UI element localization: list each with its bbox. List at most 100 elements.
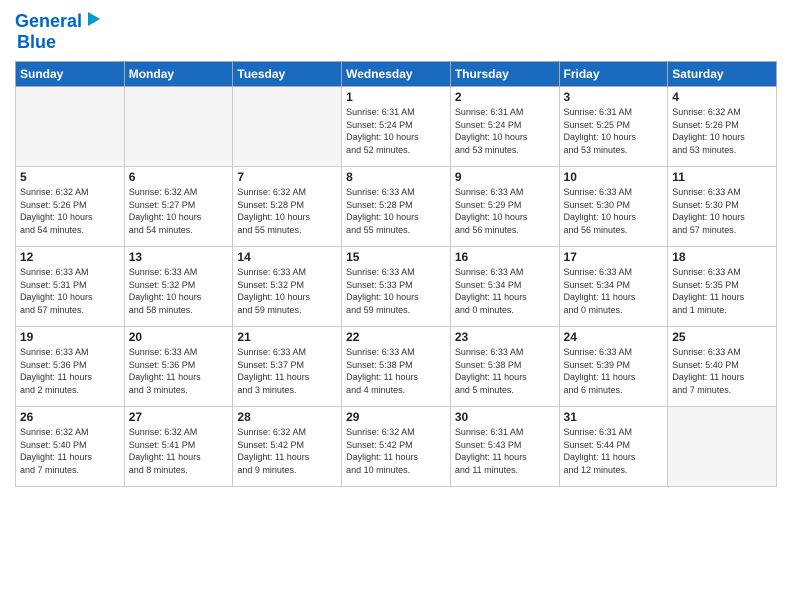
cell-info: Sunrise: 6:33 AM Sunset: 5:29 PM Dayligh…	[455, 186, 555, 236]
weekday-thursday: Thursday	[450, 62, 559, 87]
calendar-cell: 19 Sunrise: 6:33 AM Sunset: 5:36 PM Dayli…	[16, 327, 125, 407]
calendar-cell: 18 Sunrise: 6:33 AM Sunset: 5:35 PM Dayli…	[668, 247, 777, 327]
weekday-tuesday: Tuesday	[233, 62, 342, 87]
day-number: 16	[455, 250, 555, 264]
day-number: 10	[564, 170, 664, 184]
calendar-cell: 8 Sunrise: 6:33 AM Sunset: 5:28 PM Daylig…	[342, 167, 451, 247]
cell-info: Sunrise: 6:33 AM Sunset: 5:31 PM Dayligh…	[20, 266, 120, 316]
cell-info: Sunrise: 6:33 AM Sunset: 5:36 PM Dayligh…	[20, 346, 120, 396]
cell-info: Sunrise: 6:32 AM Sunset: 5:42 PM Dayligh…	[346, 426, 446, 476]
day-number: 27	[129, 410, 229, 424]
page-container: General Blue SundayMondayTuesdayWednesda…	[0, 0, 792, 497]
day-number: 1	[346, 90, 446, 104]
calendar-cell: 28 Sunrise: 6:32 AM Sunset: 5:42 PM Dayli…	[233, 407, 342, 487]
cell-info: Sunrise: 6:33 AM Sunset: 5:33 PM Dayligh…	[346, 266, 446, 316]
weekday-sunday: Sunday	[16, 62, 125, 87]
weekday-monday: Monday	[124, 62, 233, 87]
calendar-cell: 11 Sunrise: 6:33 AM Sunset: 5:30 PM Dayli…	[668, 167, 777, 247]
day-number: 19	[20, 330, 120, 344]
week-row-3: 12Sunrise: 6:33 AM Sunset: 5:31 PM Dayli…	[16, 247, 777, 327]
day-number: 31	[564, 410, 664, 424]
day-number: 5	[20, 170, 120, 184]
weekday-friday: Friday	[559, 62, 668, 87]
cell-info: Sunrise: 6:31 AM Sunset: 5:44 PM Dayligh…	[564, 426, 664, 476]
calendar-cell	[124, 87, 233, 167]
day-number: 28	[237, 410, 337, 424]
cell-info: Sunrise: 6:33 AM Sunset: 5:30 PM Dayligh…	[672, 186, 772, 236]
cell-info: Sunrise: 6:31 AM Sunset: 5:24 PM Dayligh…	[346, 106, 446, 156]
logo-general: General	[15, 11, 82, 31]
week-row-1: 1 Sunrise: 6:31 AM Sunset: 5:24 PM Daylig…	[16, 87, 777, 167]
day-number: 30	[455, 410, 555, 424]
logo-text: General	[15, 12, 82, 32]
logo-top: General	[15, 10, 102, 33]
cell-info: Sunrise: 6:32 AM Sunset: 5:40 PM Dayligh…	[20, 426, 120, 476]
weekday-saturday: Saturday	[668, 62, 777, 87]
calendar-cell: 22 Sunrise: 6:33 AM Sunset: 5:38 PM Dayli…	[342, 327, 451, 407]
calendar-cell: 3 Sunrise: 6:31 AM Sunset: 5:25 PM Daylig…	[559, 87, 668, 167]
calendar-cell: 7 Sunrise: 6:32 AM Sunset: 5:28 PM Daylig…	[233, 167, 342, 247]
day-number: 24	[564, 330, 664, 344]
week-row-2: 5 Sunrise: 6:32 AM Sunset: 5:26 PM Daylig…	[16, 167, 777, 247]
cell-info: Sunrise: 6:32 AM Sunset: 5:26 PM Dayligh…	[672, 106, 772, 156]
cell-info: Sunrise: 6:32 AM Sunset: 5:28 PM Dayligh…	[237, 186, 337, 236]
calendar-cell	[668, 407, 777, 487]
week-row-4: 19 Sunrise: 6:33 AM Sunset: 5:36 PM Dayli…	[16, 327, 777, 407]
logo-blue: Blue	[17, 32, 56, 52]
cell-info: Sunrise: 6:32 AM Sunset: 5:27 PM Dayligh…	[129, 186, 229, 236]
calendar-cell: 13 Sunrise: 6:33 AM Sunset: 5:32 PM Dayli…	[124, 247, 233, 327]
day-number: 29	[346, 410, 446, 424]
cell-info: Sunrise: 6:33 AM Sunset: 5:40 PM Dayligh…	[672, 346, 772, 396]
cell-info: Sunrise: 6:33 AM Sunset: 5:35 PM Dayligh…	[672, 266, 772, 316]
day-number: 20	[129, 330, 229, 344]
day-number: 23	[455, 330, 555, 344]
cell-info: Sunrise: 6:33 AM Sunset: 5:28 PM Dayligh…	[346, 186, 446, 236]
calendar-table: SundayMondayTuesdayWednesdayThursdayFrid…	[15, 61, 777, 487]
cell-info: Sunrise: 6:33 AM Sunset: 5:38 PM Dayligh…	[455, 346, 555, 396]
day-number: 3	[564, 90, 664, 104]
calendar-cell: 1 Sunrise: 6:31 AM Sunset: 5:24 PM Daylig…	[342, 87, 451, 167]
day-number: 25	[672, 330, 772, 344]
week-row-5: 26Sunrise: 6:32 AM Sunset: 5:40 PM Dayli…	[16, 407, 777, 487]
day-number: 22	[346, 330, 446, 344]
cell-info: Sunrise: 6:32 AM Sunset: 5:41 PM Dayligh…	[129, 426, 229, 476]
cell-info: Sunrise: 6:33 AM Sunset: 5:30 PM Dayligh…	[564, 186, 664, 236]
cell-info: Sunrise: 6:33 AM Sunset: 5:39 PM Dayligh…	[564, 346, 664, 396]
calendar-cell: 24 Sunrise: 6:33 AM Sunset: 5:39 PM Dayli…	[559, 327, 668, 407]
day-number: 11	[672, 170, 772, 184]
calendar-cell: 30Sunrise: 6:31 AM Sunset: 5:43 PM Dayli…	[450, 407, 559, 487]
day-number: 6	[129, 170, 229, 184]
day-number: 21	[237, 330, 337, 344]
cell-info: Sunrise: 6:33 AM Sunset: 5:34 PM Dayligh…	[455, 266, 555, 316]
day-number: 13	[129, 250, 229, 264]
calendar-cell: 16 Sunrise: 6:33 AM Sunset: 5:34 PM Dayli…	[450, 247, 559, 327]
calendar-cell: 21 Sunrise: 6:33 AM Sunset: 5:37 PM Dayli…	[233, 327, 342, 407]
cell-info: Sunrise: 6:33 AM Sunset: 5:32 PM Dayligh…	[237, 266, 337, 316]
calendar-cell	[16, 87, 125, 167]
cell-info: Sunrise: 6:33 AM Sunset: 5:38 PM Dayligh…	[346, 346, 446, 396]
cell-info: Sunrise: 6:33 AM Sunset: 5:32 PM Dayligh…	[129, 266, 229, 316]
cell-info: Sunrise: 6:33 AM Sunset: 5:37 PM Dayligh…	[237, 346, 337, 396]
cell-info: Sunrise: 6:32 AM Sunset: 5:26 PM Dayligh…	[20, 186, 120, 236]
calendar-cell: 26Sunrise: 6:32 AM Sunset: 5:40 PM Dayli…	[16, 407, 125, 487]
calendar-cell: 2Sunrise: 6:31 AM Sunset: 5:24 PM Daylig…	[450, 87, 559, 167]
day-number: 7	[237, 170, 337, 184]
calendar-cell: 9Sunrise: 6:33 AM Sunset: 5:29 PM Daylig…	[450, 167, 559, 247]
day-number: 8	[346, 170, 446, 184]
logo: General Blue	[15, 10, 102, 53]
calendar-cell: 31 Sunrise: 6:31 AM Sunset: 5:44 PM Dayli…	[559, 407, 668, 487]
cell-info: Sunrise: 6:31 AM Sunset: 5:25 PM Dayligh…	[564, 106, 664, 156]
day-number: 14	[237, 250, 337, 264]
cell-info: Sunrise: 6:33 AM Sunset: 5:36 PM Dayligh…	[129, 346, 229, 396]
calendar-cell: 23 Sunrise: 6:33 AM Sunset: 5:38 PM Dayli…	[450, 327, 559, 407]
calendar-cell: 25 Sunrise: 6:33 AM Sunset: 5:40 PM Dayli…	[668, 327, 777, 407]
cell-info: Sunrise: 6:32 AM Sunset: 5:42 PM Dayligh…	[237, 426, 337, 476]
calendar-cell: 10 Sunrise: 6:33 AM Sunset: 5:30 PM Dayli…	[559, 167, 668, 247]
day-number: 18	[672, 250, 772, 264]
calendar-cell: 17Sunrise: 6:33 AM Sunset: 5:34 PM Dayli…	[559, 247, 668, 327]
header-area: General Blue	[15, 10, 777, 53]
weekday-wednesday: Wednesday	[342, 62, 451, 87]
logo-icon	[84, 10, 102, 28]
calendar-cell: 14 Sunrise: 6:33 AM Sunset: 5:32 PM Dayli…	[233, 247, 342, 327]
weekday-header-row: SundayMondayTuesdayWednesdayThursdayFrid…	[16, 62, 777, 87]
